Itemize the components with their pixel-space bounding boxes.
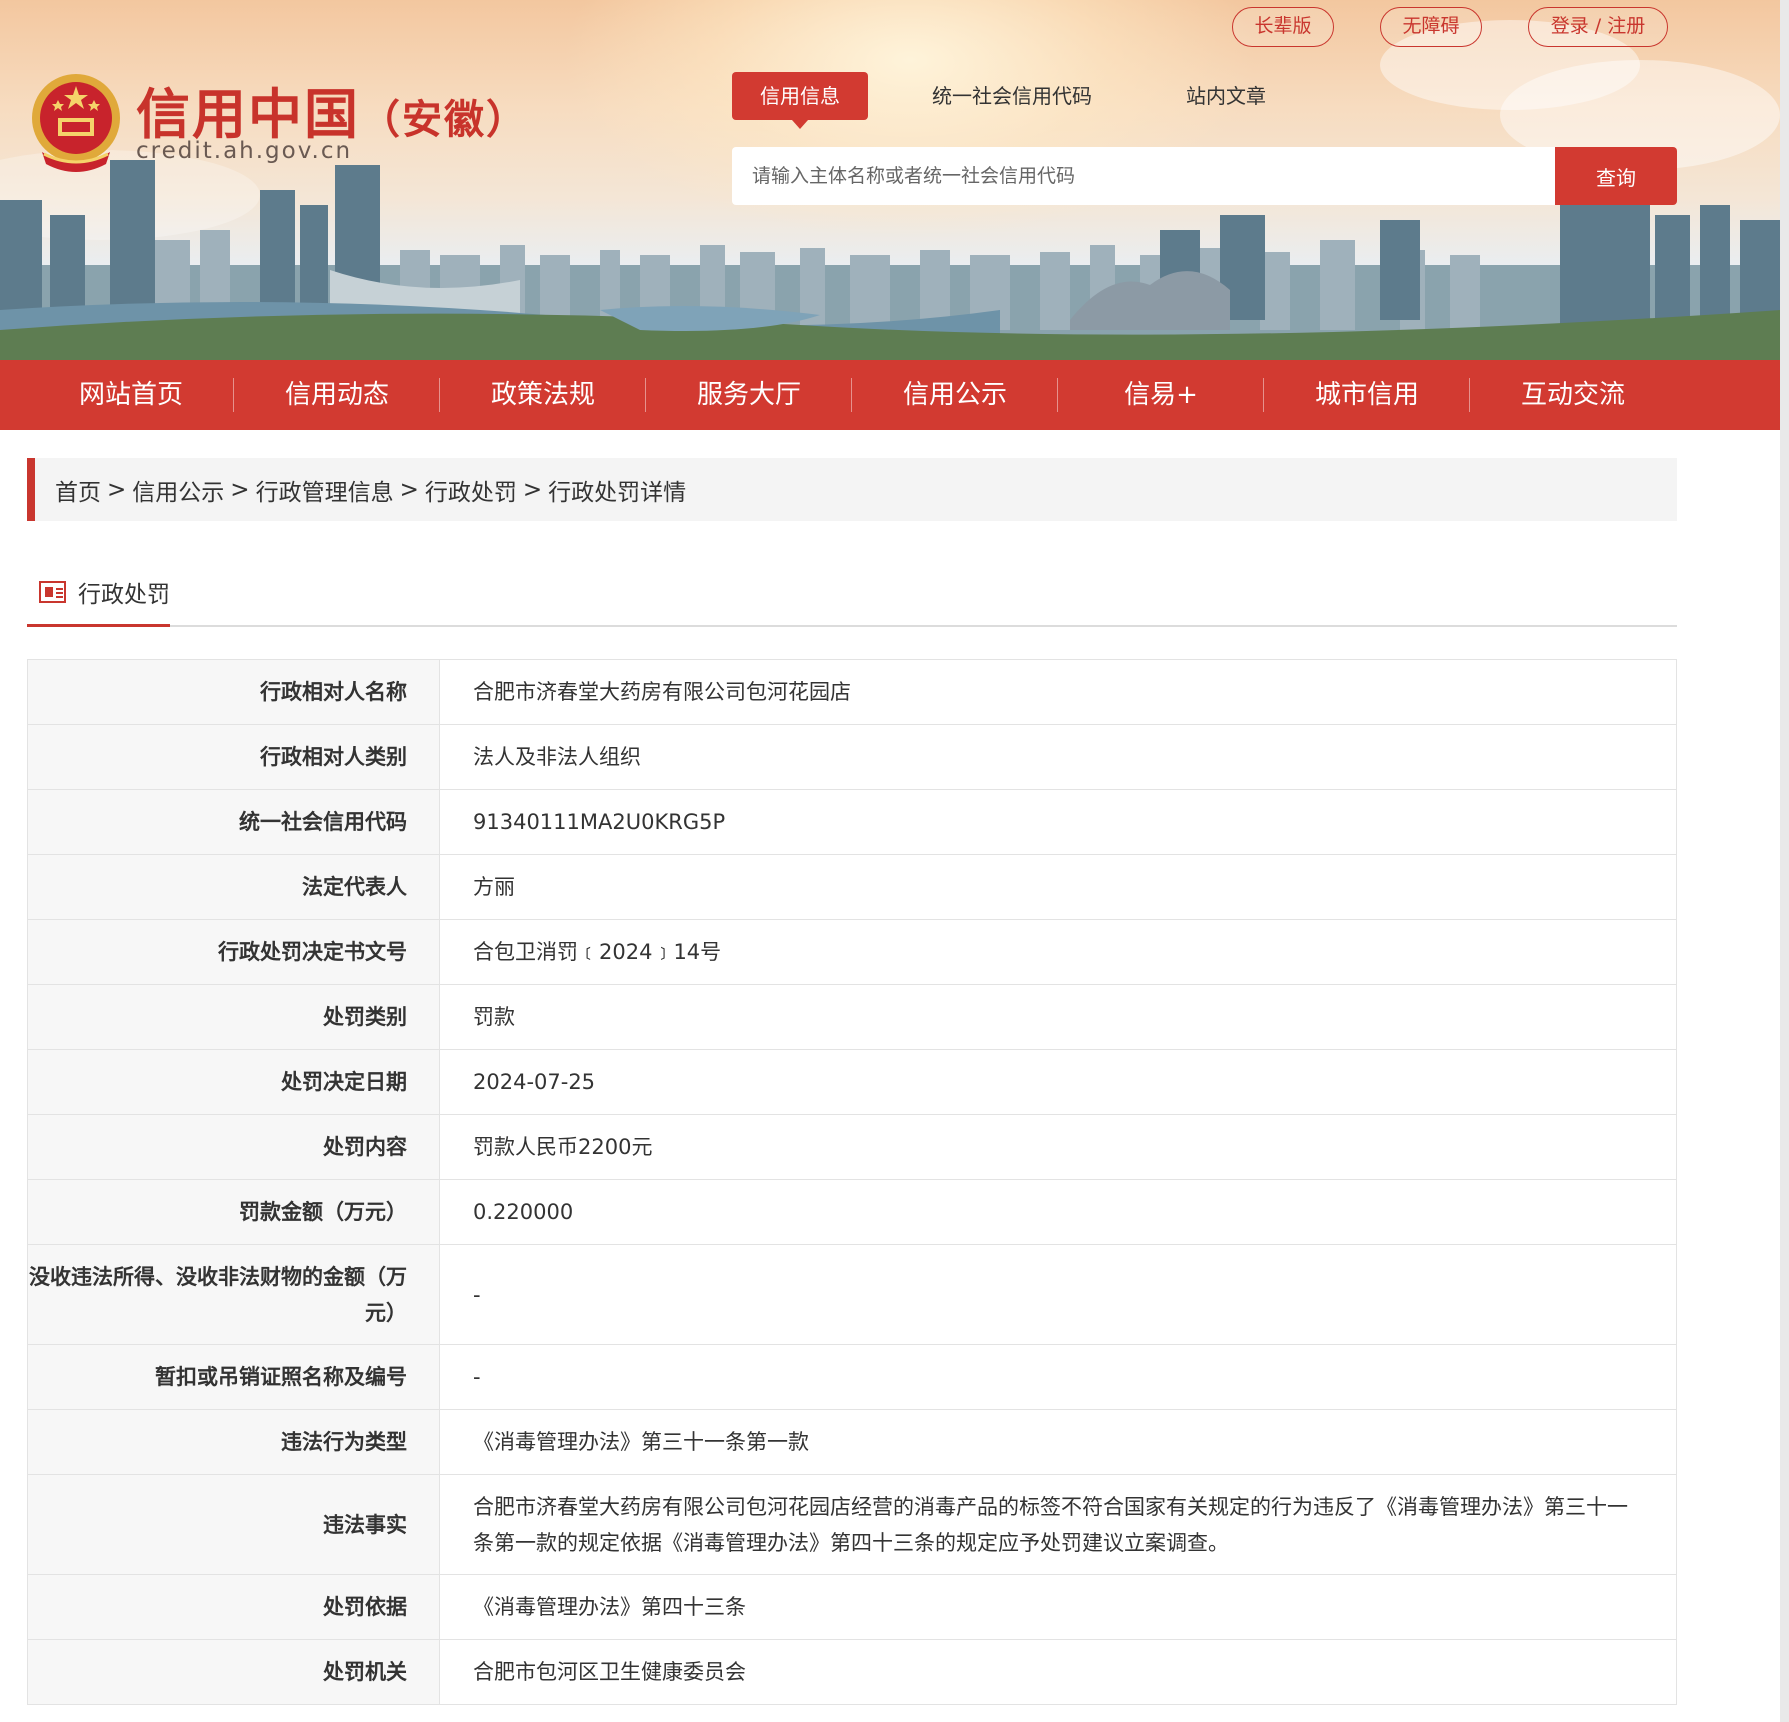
elderly-mode-button[interactable]: 长辈版 bbox=[1232, 7, 1334, 47]
tab-site-articles[interactable]: 站内文章 bbox=[1156, 72, 1296, 120]
search-bar: 查询 bbox=[732, 147, 1677, 205]
row-label: 违法行为类型 bbox=[27, 1409, 440, 1475]
table-row: 法定代表人 方丽 bbox=[27, 854, 1677, 920]
nav-policies[interactable]: 政策法规 bbox=[440, 360, 646, 430]
section-header: 行政处罚 bbox=[27, 560, 1677, 627]
scrollbar-track[interactable] bbox=[1780, 0, 1789, 1722]
row-value: 合肥市包河区卫生健康委员会 bbox=[439, 1639, 1677, 1705]
table-row: 行政处罚决定书文号 合包卫消罚﹝2024﹞14号 bbox=[27, 919, 1677, 985]
nav-interaction[interactable]: 互动交流 bbox=[1470, 360, 1676, 430]
nav-city-credit[interactable]: 城市信用 bbox=[1264, 360, 1470, 430]
row-value: 方丽 bbox=[439, 854, 1677, 920]
section-title-tab: 行政处罚 bbox=[27, 560, 170, 627]
row-label: 罚款金额（万元） bbox=[27, 1179, 440, 1245]
row-label: 行政相对人类别 bbox=[27, 724, 440, 790]
breadcrumb-current: 行政处罚详情 bbox=[548, 479, 687, 506]
table-row: 处罚机关 合肥市包河区卫生健康委员会 bbox=[27, 1639, 1677, 1705]
breadcrumb-separator: > bbox=[399, 476, 419, 503]
table-row: 行政相对人类别 法人及非法人组织 bbox=[27, 724, 1677, 790]
logo-url: credit.ah.gov.cn bbox=[136, 138, 353, 164]
main-nav: 网站首页 信用动态 政策法规 服务大厅 信用公示 信易+ 城市信用 互动交流 bbox=[0, 360, 1780, 430]
row-label: 统一社会信用代码 bbox=[27, 789, 440, 855]
row-label: 行政相对人名称 bbox=[27, 659, 440, 725]
table-row: 处罚类别 罚款 bbox=[27, 984, 1677, 1050]
row-value: - bbox=[439, 1344, 1677, 1410]
nav-credit-news[interactable]: 信用动态 bbox=[234, 360, 440, 430]
nav-home[interactable]: 网站首页 bbox=[28, 360, 234, 430]
breadcrumb-home[interactable]: 首页 bbox=[55, 473, 101, 507]
row-label: 处罚依据 bbox=[27, 1574, 440, 1640]
table-row: 违法行为类型 《消毒管理办法》第三十一条第一款 bbox=[27, 1409, 1677, 1475]
table-row: 违法事实 合肥市济春堂大药房有限公司包河花园店经营的消毒产品的标签不符合国家有关规… bbox=[27, 1474, 1677, 1575]
row-value: 《消毒管理办法》第三十一条第一款 bbox=[439, 1409, 1677, 1475]
table-row: 处罚依据 《消毒管理办法》第四十三条 bbox=[27, 1574, 1677, 1640]
row-label: 处罚类别 bbox=[27, 984, 440, 1050]
row-label: 违法事实 bbox=[27, 1474, 440, 1575]
breadcrumb-admin-penalty[interactable]: 行政处罚 bbox=[425, 473, 517, 507]
header-banner: 长辈版 无障碍 登录 / 注册 信用中国（安徽） credit.ah.gov.c… bbox=[0, 0, 1780, 360]
breadcrumb-separator: > bbox=[107, 476, 127, 503]
nav-xinyi-plus[interactable]: 信易+ bbox=[1058, 360, 1264, 430]
row-value: - bbox=[439, 1244, 1677, 1345]
row-value: 2024-07-25 bbox=[439, 1049, 1677, 1115]
breadcrumb: 首页 > 信用公示 > 行政管理信息 > 行政处罚 > 行政处罚详情 bbox=[27, 458, 1677, 521]
top-utility-links: 长辈版 无障碍 登录 / 注册 bbox=[1232, 7, 1668, 47]
row-label: 法定代表人 bbox=[27, 854, 440, 920]
search-input[interactable] bbox=[732, 147, 1555, 205]
breadcrumb-separator: > bbox=[522, 476, 543, 503]
tab-credit-info[interactable]: 信用信息 bbox=[732, 72, 868, 129]
table-row: 暂扣或吊销证照名称及编号 - bbox=[27, 1344, 1677, 1410]
row-label: 行政处罚决定书文号 bbox=[27, 919, 440, 985]
logo-title-text: 信用中国 bbox=[136, 82, 360, 146]
table-row: 统一社会信用代码 91340111MA2U0KRG5P bbox=[27, 789, 1677, 855]
tab-unified-credit-code[interactable]: 统一社会信用代码 bbox=[902, 72, 1122, 120]
row-value: 合肥市济春堂大药房有限公司包河花园店 bbox=[439, 659, 1677, 725]
row-value: 《消毒管理办法》第四十三条 bbox=[439, 1574, 1677, 1640]
nav-credit-publicity[interactable]: 信用公示 bbox=[852, 360, 1058, 430]
row-label: 暂扣或吊销证照名称及编号 bbox=[27, 1344, 440, 1410]
row-label: 处罚内容 bbox=[27, 1114, 440, 1180]
list-icon bbox=[39, 581, 66, 603]
table-row: 处罚内容 罚款人民币2200元 bbox=[27, 1114, 1677, 1180]
row-label: 没收违法所得、没收非法财物的金额（万元） bbox=[27, 1244, 440, 1345]
row-value: 罚款人民币2200元 bbox=[439, 1114, 1677, 1180]
section-title: 行政处罚 bbox=[78, 582, 170, 608]
row-label: 处罚机关 bbox=[27, 1639, 440, 1705]
search-button[interactable]: 查询 bbox=[1555, 147, 1677, 205]
row-label: 处罚决定日期 bbox=[27, 1049, 440, 1115]
row-value: 91340111MA2U0KRG5P bbox=[439, 789, 1677, 855]
login-register-button[interactable]: 登录 / 注册 bbox=[1528, 7, 1668, 47]
national-emblem-icon bbox=[32, 74, 120, 172]
row-value: 罚款 bbox=[439, 984, 1677, 1050]
table-row: 处罚决定日期 2024-07-25 bbox=[27, 1049, 1677, 1115]
row-value: 合肥市济春堂大药房有限公司包河花园店经营的消毒产品的标签不符合国家有关规定的行为… bbox=[439, 1474, 1677, 1575]
breadcrumb-admin-info[interactable]: 行政管理信息 bbox=[256, 473, 394, 507]
table-row: 没收违法所得、没收非法财物的金额（万元） - bbox=[27, 1244, 1677, 1345]
search-tabs: 信用信息 统一社会信用代码 站内文章 bbox=[732, 72, 1296, 129]
penalty-detail-table: 行政相对人名称 合肥市济春堂大药房有限公司包河花园店 行政相对人类别 法人及非法人组… bbox=[27, 659, 1677, 1705]
row-value: 0.220000 bbox=[439, 1179, 1677, 1245]
accessibility-button[interactable]: 无障碍 bbox=[1380, 7, 1482, 47]
breadcrumb-credit-publicity[interactable]: 信用公示 bbox=[132, 473, 224, 507]
row-value: 合包卫消罚﹝2024﹞14号 bbox=[439, 919, 1677, 985]
table-row: 行政相对人名称 合肥市济春堂大药房有限公司包河花园店 bbox=[27, 659, 1677, 725]
breadcrumb-separator: > bbox=[230, 476, 250, 503]
logo-region-text: （安徽） bbox=[360, 96, 528, 143]
nav-service-hall[interactable]: 服务大厅 bbox=[646, 360, 852, 430]
table-row: 罚款金额（万元） 0.220000 bbox=[27, 1179, 1677, 1245]
row-value: 法人及非法人组织 bbox=[439, 724, 1677, 790]
site-logo[interactable]: 信用中国（安徽） credit.ah.gov.cn bbox=[28, 70, 526, 180]
